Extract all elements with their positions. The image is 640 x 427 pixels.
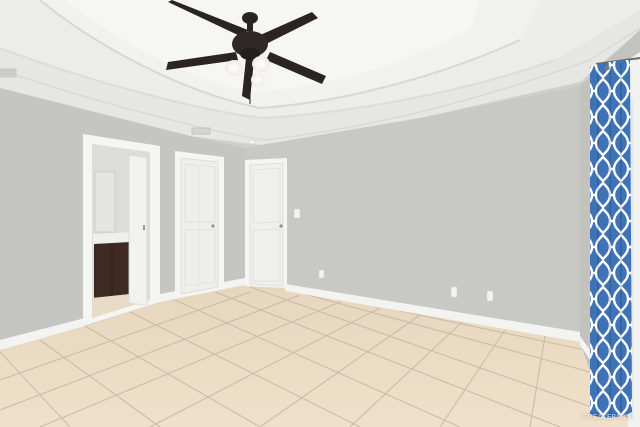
bedroom-photo: GREATERMLS bbox=[0, 0, 640, 427]
light-bulb-icon bbox=[251, 73, 265, 87]
hallway-door bbox=[245, 158, 287, 288]
outlet bbox=[486, 290, 494, 302]
outlet bbox=[450, 286, 458, 298]
outlet bbox=[318, 269, 325, 279]
light-bulb-icon bbox=[252, 56, 270, 72]
watermark: GREATERMLS bbox=[582, 413, 632, 421]
light-bulb-icon bbox=[225, 60, 243, 76]
light-switch bbox=[293, 208, 301, 219]
closet-door bbox=[175, 151, 224, 298]
bathroom-doorway bbox=[83, 134, 160, 326]
room-illustration bbox=[0, 0, 640, 427]
